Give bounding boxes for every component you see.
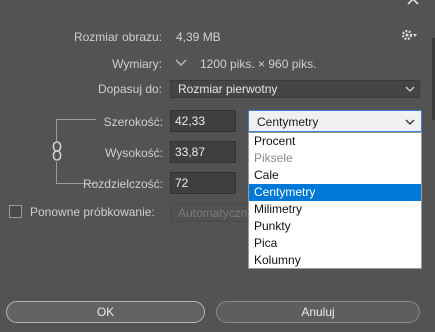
unit-option-cale[interactable]: Cale [249, 167, 421, 184]
chevron-down-icon [405, 86, 415, 92]
cancel-button[interactable]: Anuluj [216, 301, 420, 323]
chain-link-icon[interactable] [52, 141, 62, 161]
unit-option-punkty[interactable]: Punkty [249, 218, 421, 235]
width-label: Szerokość: [103, 115, 163, 129]
unit-option-milimetry[interactable]: Milimetry [249, 201, 421, 218]
image-size-value: 4,39 MB [176, 30, 221, 44]
unit-option-centymetry[interactable]: Centymetry [249, 184, 421, 201]
unit-dropdown-list: Procent Piksele Cale Centymetry Milimetr… [248, 132, 422, 269]
dimensions-label: Wymiary: [112, 57, 162, 71]
fit-to-value: Rozmiar pierwotny [178, 82, 278, 96]
height-label: Wysokość: [105, 146, 163, 160]
fit-to-label: Dopasuj do: [97, 82, 162, 96]
resample-checkbox[interactable] [9, 205, 22, 218]
unit-option-procent[interactable]: Procent [249, 133, 421, 150]
resample-label: Ponowne próbkowanie: [30, 205, 155, 219]
link-bracket-top [56, 119, 57, 141]
link-bracket-top-arm [56, 119, 96, 120]
gear-icon[interactable] [401, 28, 419, 42]
close-icon[interactable] [406, 0, 420, 8]
unit-option-piksele: Piksele [254, 151, 293, 165]
unit-selected-value: Centymetry [257, 115, 319, 129]
height-input[interactable] [171, 142, 235, 162]
width-input[interactable] [171, 111, 235, 131]
height-field[interactable] [170, 141, 236, 163]
resample-value: Automatyczne [178, 206, 252, 220]
fit-to-select[interactable]: Rozmiar pierwotny [170, 80, 420, 98]
ok-button[interactable]: OK [6, 301, 205, 323]
check-icon[interactable] [173, 55, 189, 69]
resolution-field[interactable] [170, 172, 236, 194]
width-field[interactable] [170, 110, 236, 132]
unit-option-kolumny[interactable]: Kolumny [249, 252, 421, 269]
image-size-label: Rozmiar obrazu: [73, 30, 162, 44]
resample-select[interactable]: Automatyczne [170, 203, 252, 222]
link-bracket-bottom [56, 162, 57, 184]
chevron-down-icon [405, 119, 415, 125]
dimensions-value: 1200 piks. × 960 piks. [200, 57, 317, 71]
resolution-input[interactable] [171, 173, 235, 193]
unit-select[interactable]: Centymetry [248, 110, 422, 132]
resolution-label: Rozdzielczość: [82, 177, 163, 191]
unit-option-pica[interactable]: Pica [249, 235, 421, 252]
